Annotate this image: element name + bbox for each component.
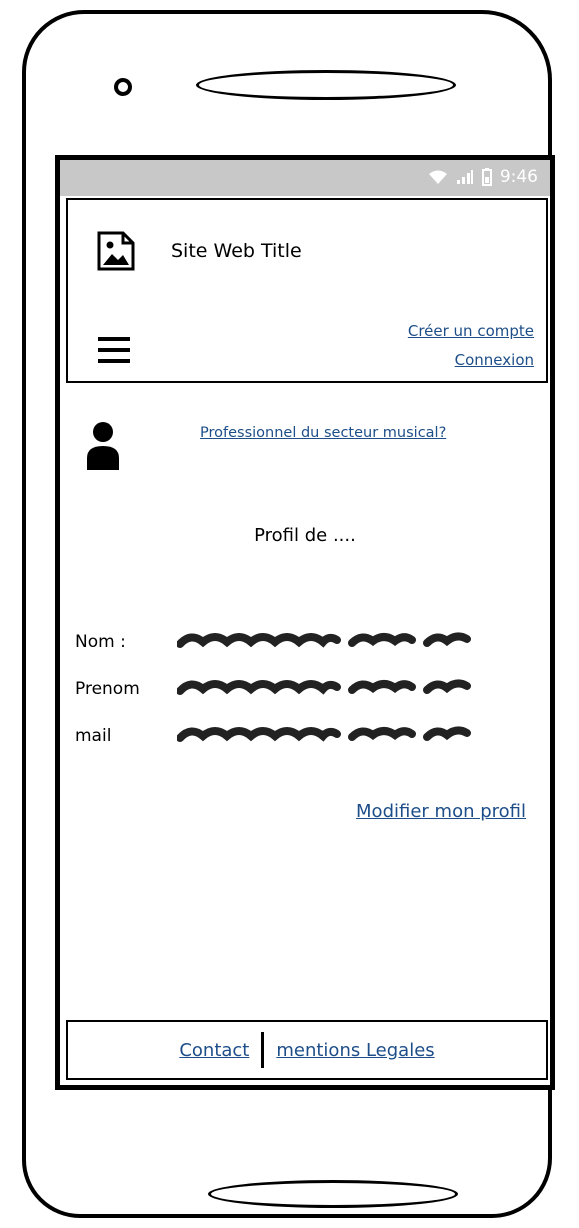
hamburger-menu-icon[interactable] <box>98 335 130 369</box>
image-placeholder-icon[interactable] <box>96 230 136 276</box>
signal-icon <box>456 169 474 185</box>
footer-divider <box>261 1032 265 1068</box>
wifi-icon <box>428 169 448 185</box>
login-link[interactable]: Connexion <box>408 346 534 375</box>
field-label: Nom : <box>75 631 126 652</box>
phone-screen: 9:46 Site Web Title Créer un compte Conn… <box>55 155 555 1090</box>
field-label: mail <box>75 725 112 746</box>
edit-profile-link[interactable]: Modifier mon profil <box>356 801 526 822</box>
profile-title: Profil de .... <box>254 525 356 546</box>
auth-links: Créer un compte Connexion <box>408 317 534 375</box>
redacted-value <box>176 676 545 702</box>
camera-icon <box>114 78 132 96</box>
field-row-nom: Nom : <box>75 618 545 665</box>
home-button[interactable] <box>208 1180 458 1208</box>
site-header: Site Web Title Créer un compte Connexion <box>66 198 548 383</box>
contact-link[interactable]: Contact <box>179 1040 249 1061</box>
profile-fields: Nom : Prenom mail <box>75 618 545 759</box>
create-account-link[interactable]: Créer un compte <box>408 317 534 346</box>
battery-icon <box>481 168 492 186</box>
field-label: Prenom <box>75 678 140 699</box>
site-title: Site Web Title <box>171 240 302 262</box>
field-row-prenom: Prenom <box>75 665 545 712</box>
pro-musician-link[interactable]: Professionnel du secteur musical? <box>200 425 446 441</box>
site-footer: Contact mentions Legales <box>66 1020 548 1080</box>
field-row-mail: mail <box>75 712 545 759</box>
status-icons: 9:46 <box>428 167 538 187</box>
legal-mentions-link[interactable]: mentions Legales <box>276 1040 434 1061</box>
redacted-value <box>176 629 545 655</box>
status-bar: 9:46 <box>60 160 550 196</box>
speaker-grille <box>196 70 456 100</box>
user-icon <box>85 420 121 476</box>
status-time: 9:46 <box>499 167 538 187</box>
redacted-value <box>176 723 545 749</box>
